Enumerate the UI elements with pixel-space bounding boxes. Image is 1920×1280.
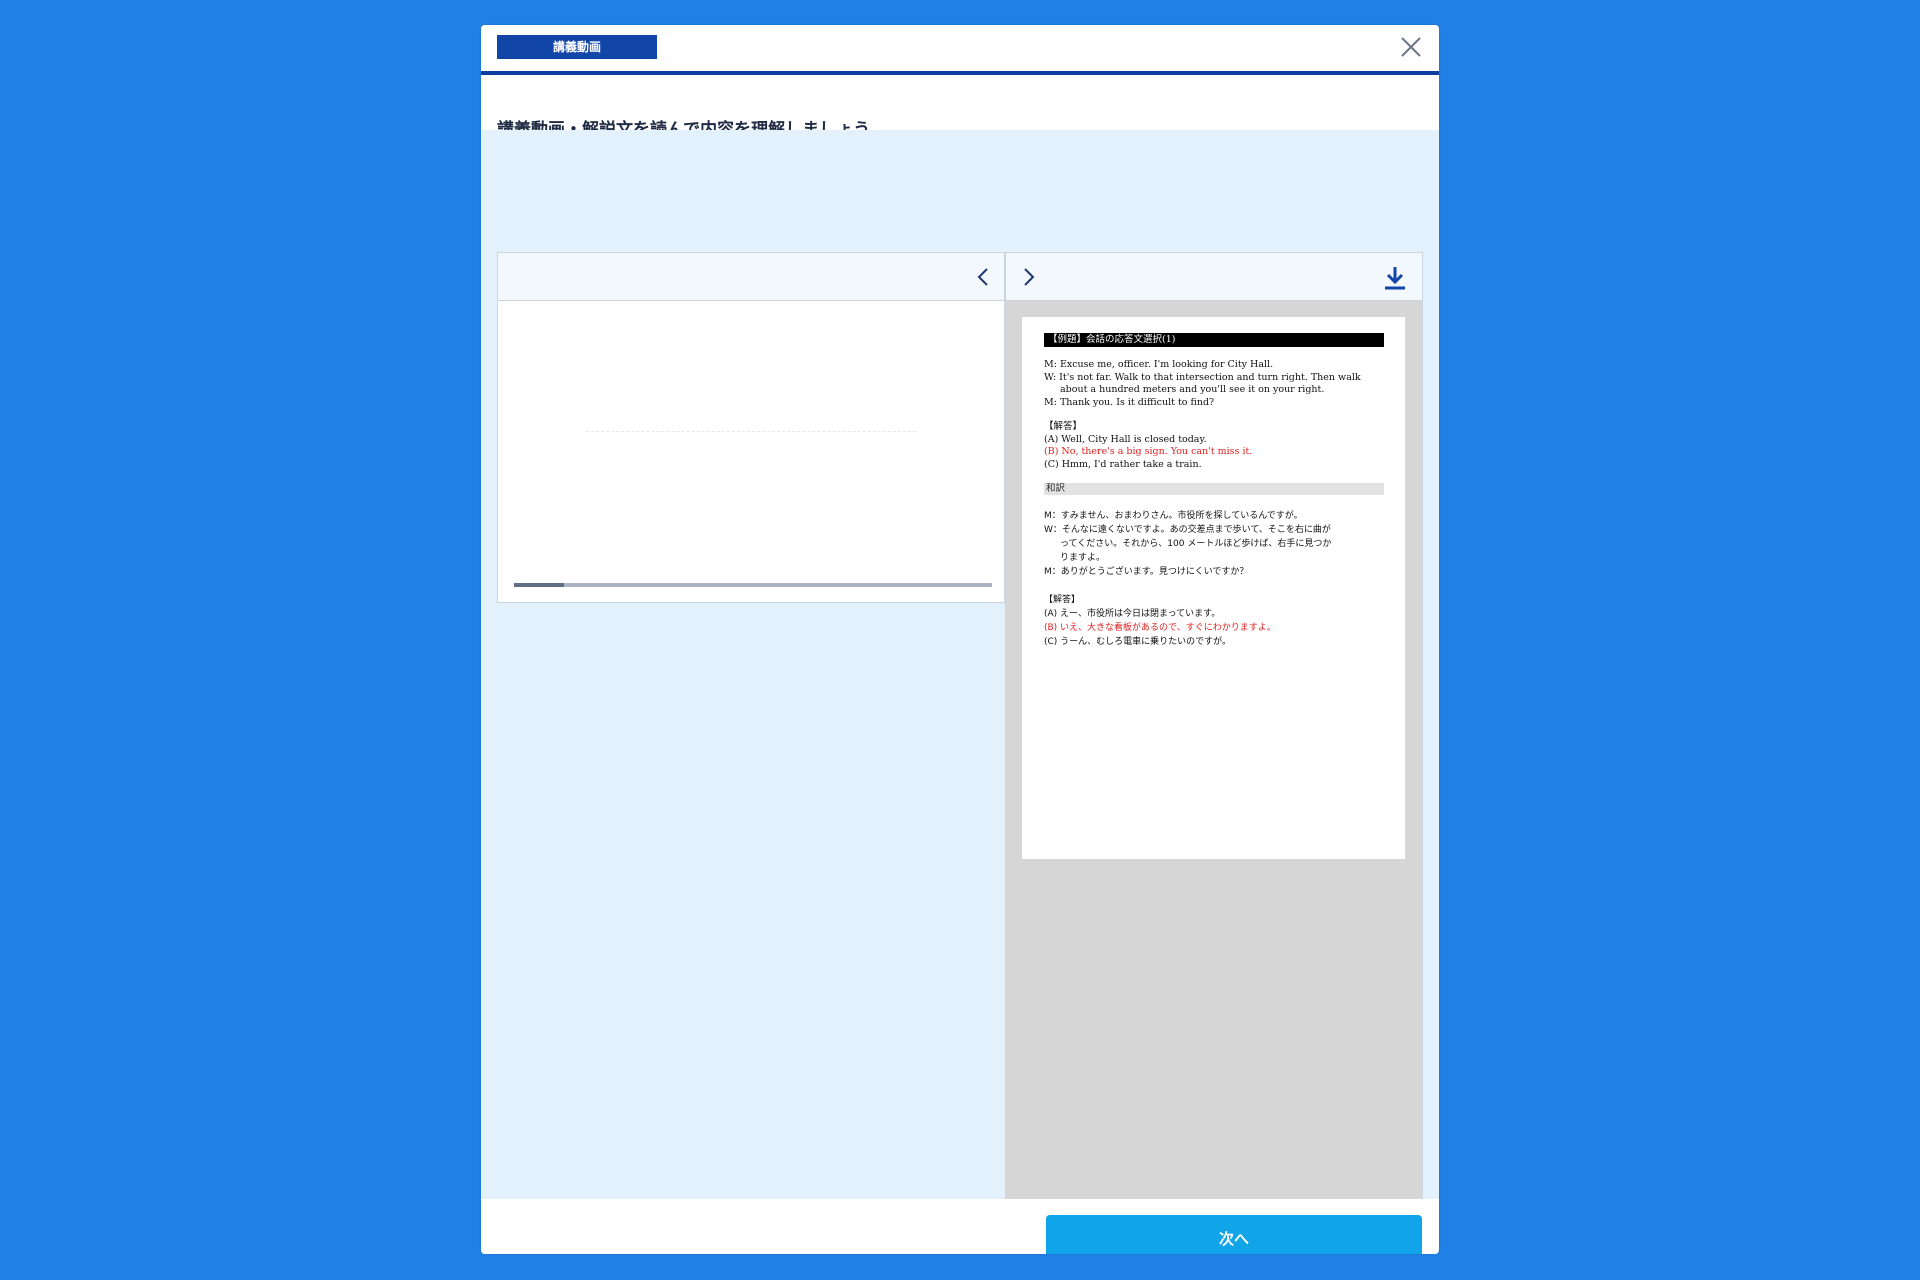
translation-line: ってください。それから、100 メートルほど歩けば、右手に見つか <box>1060 539 1332 549</box>
answer-option-correct: (B) No, there's a big sign. You can't mi… <box>1044 446 1253 457</box>
answer-block: 【解答】 (A) Well, City Hall is closed today… <box>1044 421 1389 471</box>
answer-option: (C) Hmm, I'd rather take a train. <box>1044 458 1202 470</box>
next-page-button[interactable] <box>1016 265 1040 289</box>
translation-line: りますよ。 <box>1060 553 1106 563</box>
close-button[interactable] <box>1399 35 1423 59</box>
answer-ja-option: (C) うーん、むしろ電車に乗りたいのですが。 <box>1044 637 1231 647</box>
dialogue-line: M: Thank you. Is it difficult to find? <box>1044 396 1215 408</box>
document-page: 【例題】会話の応答文選択(1) M: Excuse me, officer. I… <box>1022 317 1405 859</box>
answer-ja-block: 【解答】 (A) えー、市役所は今日は閉まっています。 (B) いえ、大きな看板… <box>1044 593 1389 649</box>
answer-ja-heading: 【解答】 <box>1044 595 1081 605</box>
download-icon <box>1385 267 1405 290</box>
next-button[interactable]: 次へ <box>1046 1215 1422 1254</box>
answer-ja-option-correct: (B) いえ、大きな看板があるので、すぐにわかりますよ。 <box>1044 623 1276 633</box>
chevron-right-icon <box>1024 268 1035 286</box>
translation-line: M：ありがとうございます。見つけにくいですか？ <box>1044 567 1249 577</box>
close-icon <box>1401 37 1421 57</box>
answer-heading: 【解答】 <box>1044 421 1083 432</box>
video-placeholder-line <box>586 431 916 432</box>
lecture-modal: 講義動画 講義動画・解説文を読んで内容を理解しましょう。 <box>481 25 1439 1254</box>
dialogue-line: M: Excuse me, officer. I'm looking for C… <box>1044 359 1274 370</box>
dialogue-block: M: Excuse me, officer. I'm looking for C… <box>1044 359 1389 409</box>
video-progress-fill <box>514 583 565 587</box>
modal-header: 講義動画 <box>481 25 1439 75</box>
video-progress-bar[interactable] <box>514 583 992 587</box>
document-toolbar <box>1006 253 1422 301</box>
document-pane: 【例題】会話の応答文選択(1) M: Excuse me, officer. I… <box>1005 252 1423 1254</box>
download-button[interactable] <box>1382 265 1406 290</box>
answer-ja-option: (A) えー、市役所は今日は閉まっています。 <box>1044 609 1221 619</box>
answer-option: (A) Well, City Hall is closed today. <box>1044 433 1207 445</box>
translation-line: M：すみません、おまわりさん。市役所を探しているんですが。 <box>1044 511 1303 521</box>
prev-page-button[interactable] <box>972 265 996 289</box>
video-pane <box>497 252 1005 603</box>
dialogue-line: about a hundred meters and you'll see it… <box>1060 384 1325 395</box>
translation-block: M：すみません、おまわりさん。市役所を探しているんですが。 W：そんなに遠くない… <box>1044 509 1389 579</box>
translation-line: W：そんなに遠くないですよ。あの交差点まで歩いて、そこを右に曲が <box>1044 525 1331 535</box>
content-area: 【例題】会話の応答文選択(1) M: Excuse me, officer. I… <box>481 130 1439 1254</box>
video-player[interactable] <box>498 301 1004 602</box>
dialogue-line: W: It's not far. Walk to that intersecti… <box>1044 371 1361 383</box>
video-toolbar <box>498 253 1004 301</box>
translation-heading: 和訳 <box>1044 483 1384 495</box>
header-badge: 講義動画 <box>497 35 657 59</box>
modal-footer: 次へ <box>481 1199 1439 1254</box>
chevron-left-icon <box>977 268 988 286</box>
doc-title: 【例題】会話の応答文選択(1) <box>1044 333 1384 347</box>
